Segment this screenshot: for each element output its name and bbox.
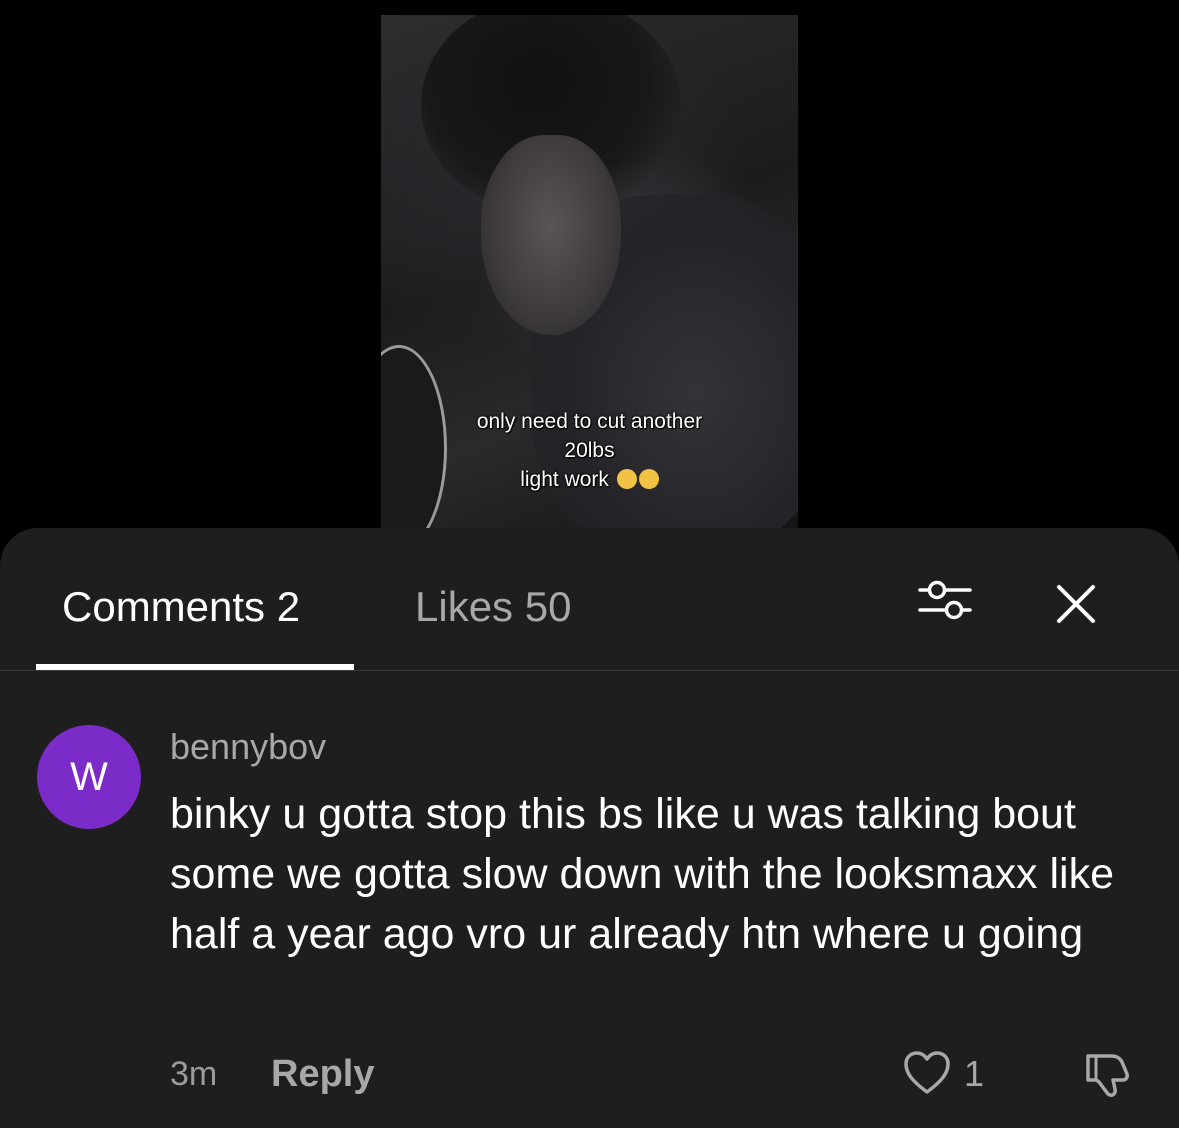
heart-icon[interactable] [902,1048,952,1098]
video-caption: only need to cut another 20lbs light wor… [381,407,798,494]
thumbs-down-icon[interactable] [1080,1048,1134,1102]
tab-comments[interactable]: Comments 2 [62,582,300,632]
comment-timestamp: 3m [170,1055,218,1093]
caption-line-3: light work [381,465,798,494]
avatar[interactable]: W [37,725,141,829]
caption-line-1: only need to cut another [476,410,703,433]
video-frame-face [481,135,621,335]
caption-line-2: 20lbs [564,439,615,462]
caption-line-3-text: light work [520,468,609,491]
sliders-icon[interactable] [916,576,974,624]
sneezing-face-emoji-icon [616,469,637,489]
sneezing-face-emoji-icon [638,469,659,489]
comments-sheet: Comments 2 Likes 50 W bennybov binky u g… [0,528,1179,1128]
like-count: 1 [964,1053,985,1094]
tab-divider [0,670,1179,671]
comment-text: binky u gotta stop this bs like u was ta… [170,790,1115,958]
tab-bar: Comments 2 Likes 50 [0,528,1179,671]
video-player[interactable]: only need to cut another 20lbs light wor… [381,15,798,528]
reply-button[interactable]: Reply [271,1052,374,1096]
close-icon[interactable] [1053,581,1099,627]
tab-likes[interactable]: Likes 50 [415,582,571,632]
comment-username[interactable]: bennybov [170,725,326,769]
